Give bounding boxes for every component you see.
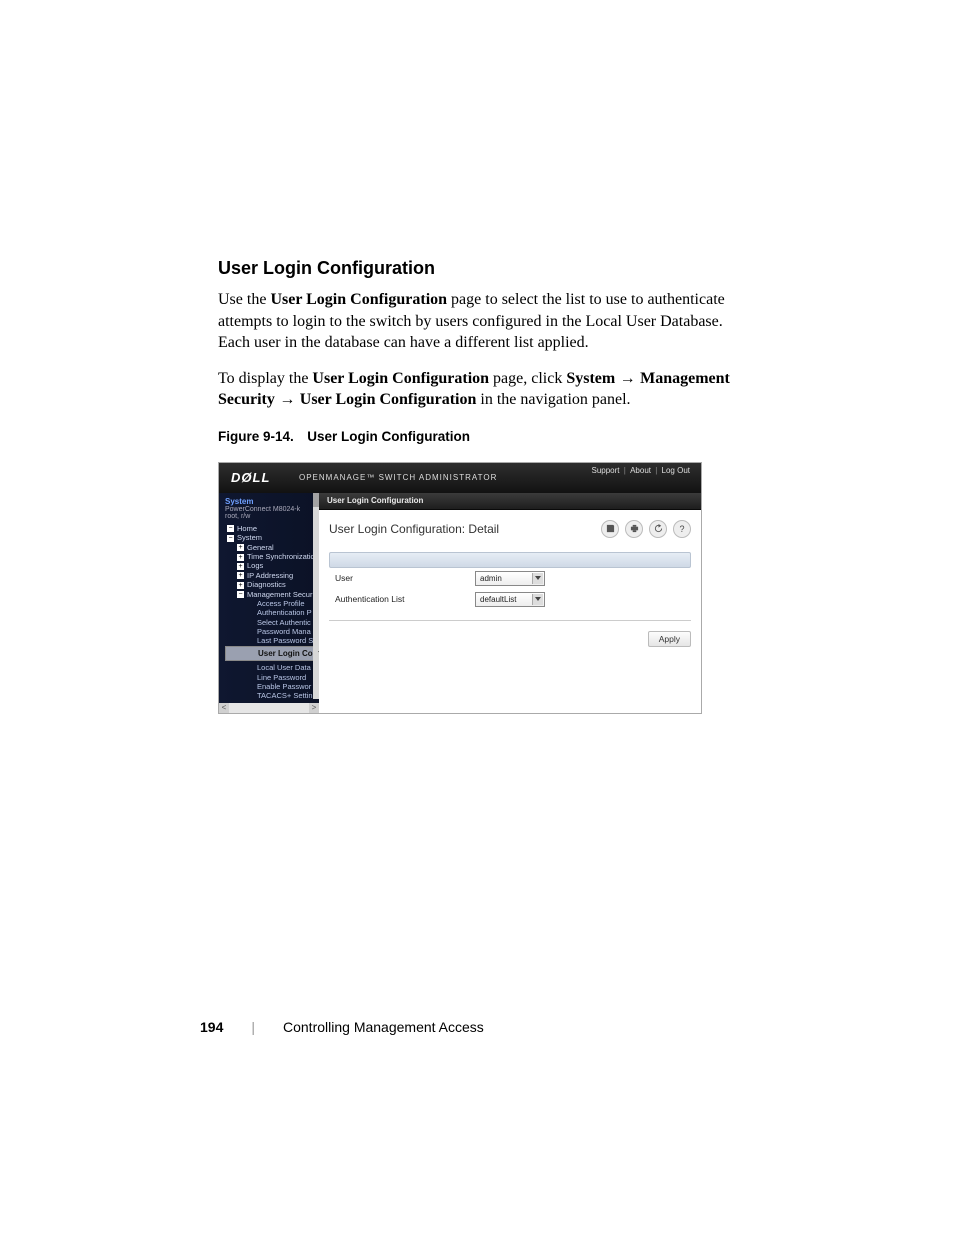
tree-item-ip[interactable]: +IP Addressing — [225, 571, 317, 580]
app-name: OPENMANAGE™ SWITCH ADMINISTRATOR — [299, 473, 497, 482]
about-link[interactable]: About — [630, 466, 651, 475]
page-footer: 194 | Controlling Management Access — [200, 1019, 484, 1035]
collapse-icon[interactable]: − — [237, 591, 244, 598]
sidebar-user-label: root, r/w — [225, 513, 313, 520]
user-select[interactable]: admin — [475, 571, 545, 586]
top-bar: DØLL OPENMANAGE™ SWITCH ADMINISTRATOR Su… — [219, 463, 701, 493]
tree-label: Time Synchronization — [247, 552, 317, 561]
expand-icon[interactable]: + — [237, 572, 244, 579]
form-row-user: User admin — [329, 568, 691, 589]
tree-item-password-mgmt[interactable]: Password Mana — [225, 627, 317, 636]
help-icon[interactable]: ? — [673, 520, 691, 538]
nav-step: User Login Configuration — [300, 391, 477, 408]
arrow-icon: → — [275, 391, 300, 408]
expand-icon[interactable]: + — [237, 544, 244, 551]
text: Use the — [218, 291, 270, 308]
tree-item-enable-password[interactable]: Enable Passwor — [225, 682, 317, 691]
authlist-select[interactable]: defaultList — [475, 592, 545, 607]
arrow-icon: → — [615, 370, 640, 387]
expand-icon[interactable]: + — [237, 554, 244, 561]
text: To display the — [218, 370, 312, 387]
chapter-title: Controlling Management Access — [283, 1019, 484, 1035]
tree-item-general[interactable]: +General — [225, 543, 317, 552]
section-heading: User Login Configuration — [218, 258, 738, 279]
collapse-icon[interactable]: − — [227, 525, 234, 532]
tree-item-tacacs[interactable]: TACACS+ Settin — [225, 691, 317, 700]
tree-label: Management Security — [247, 590, 317, 599]
nav-step: System — [566, 370, 615, 387]
tree-item-mgmt-security[interactable]: −Management Security — [225, 590, 317, 599]
separator-icon: | — [655, 466, 657, 475]
user-label: User — [335, 573, 475, 583]
emphasis: User Login Configuration — [312, 370, 489, 387]
tree-label: System — [237, 533, 262, 542]
top-links: Support | About | Log Out — [591, 466, 692, 475]
panel-title: User Login Configuration: Detail — [329, 522, 499, 536]
tree-item-auth-profiles[interactable]: Authentication P — [225, 608, 317, 617]
intro-paragraph-2: To display the User Login Configuration … — [218, 368, 738, 411]
intro-paragraph-1: Use the User Login Configuration page to… — [218, 289, 738, 354]
separator-icon: | — [624, 466, 626, 475]
main-panel: User Login Configuration User Login Conf… — [319, 493, 701, 713]
emphasis: User Login Configuration — [270, 291, 447, 308]
tree-item-home[interactable]: −Home — [225, 524, 317, 533]
save-icon[interactable] — [601, 520, 619, 538]
sidebar-model-label: PowerConnect M8024-k — [225, 506, 313, 513]
expand-icon[interactable]: + — [237, 563, 244, 570]
sidebar-hscrollbar[interactable]: < > — [219, 703, 319, 713]
tree-item-user-login[interactable]: User Login Co — [225, 646, 319, 661]
nav-tree: −Home −System +General +Time Synchroniza… — [219, 522, 319, 703]
page-number: 194 — [200, 1019, 223, 1035]
refresh-icon[interactable] — [649, 520, 667, 538]
authlist-label: Authentication List — [335, 594, 475, 604]
tree-item-logs[interactable]: +Logs — [225, 561, 317, 570]
tree-item-local-user-db[interactable]: Local User Data — [225, 663, 317, 672]
tree-item-last-password[interactable]: Last Password S — [225, 636, 317, 645]
tree-item-select-auth[interactable]: Select Authentic — [225, 618, 317, 627]
tree-label: Logs — [247, 561, 263, 570]
text: page, click — [489, 370, 566, 387]
scroll-right-icon[interactable]: > — [309, 703, 319, 713]
dell-logo: DØLL — [231, 470, 270, 485]
tree-item-diagnostics[interactable]: +Diagnostics — [225, 580, 317, 589]
print-icon[interactable] — [625, 520, 643, 538]
tree-label: Diagnostics — [247, 580, 286, 589]
divider — [329, 620, 691, 621]
screenshot-ui: DØLL OPENMANAGE™ SWITCH ADMINISTRATOR Su… — [218, 462, 702, 714]
tree-label: Home — [237, 524, 257, 533]
sidebar: System PowerConnect M8024-k root, r/w −H… — [219, 493, 319, 713]
tree-label: General — [247, 543, 274, 552]
tree-item-line-password[interactable]: Line Password — [225, 673, 317, 682]
panel-action-icons: ? — [601, 520, 691, 538]
figure-caption: Figure 9-14. User Login Configuration — [218, 429, 738, 444]
collapse-icon[interactable]: − — [227, 535, 234, 542]
tree-label: IP Addressing — [247, 571, 293, 580]
logout-link[interactable]: Log Out — [662, 466, 690, 475]
footer-divider-icon: | — [251, 1019, 255, 1035]
sidebar-header: System PowerConnect M8024-k root, r/w — [219, 493, 319, 522]
tree-item-time[interactable]: +Time Synchronization — [225, 552, 317, 561]
section-header-bar — [329, 552, 691, 568]
tree-item-system[interactable]: −System — [225, 533, 317, 542]
scroll-left-icon[interactable]: < — [219, 703, 229, 713]
apply-button[interactable]: Apply — [648, 631, 691, 647]
breadcrumb: User Login Configuration — [319, 493, 701, 510]
tree-item-access-profile[interactable]: Access Profile — [225, 599, 317, 608]
form-row-authlist: Authentication List defaultList — [329, 589, 691, 610]
text: in the navigation panel. — [476, 391, 630, 408]
sidebar-system-label: System — [225, 497, 313, 506]
expand-icon[interactable]: + — [237, 582, 244, 589]
support-link[interactable]: Support — [592, 466, 620, 475]
